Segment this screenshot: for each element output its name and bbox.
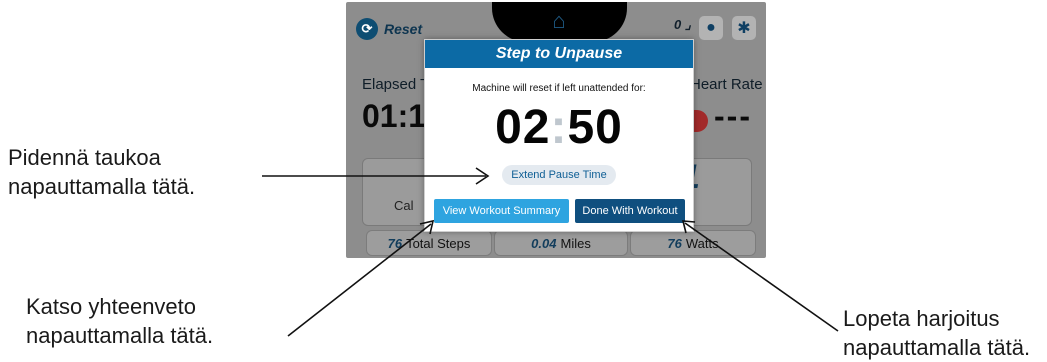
miles-label: Miles [560,235,591,251]
gear-icon: ✱ [737,20,751,37]
heart-icon [694,110,708,132]
top-bar: ⟳ Reset ⌂ 0 ⌟ ● ✱ [346,2,766,42]
countdown-timer: 02:50 [425,100,693,155]
countdown-seconds: 50 [567,101,623,154]
countdown-separator: : [550,101,568,154]
dialog-title: Step to Unpause [425,40,693,68]
steps-count-value: 0 [674,17,682,32]
elapsed-time-label: Elapsed Ti [362,76,433,93]
annotation-line: napauttamalla tätä. [8,174,196,199]
heart-rate-value: --- [714,98,752,134]
done-with-workout-button[interactable]: Done With Workout [575,199,685,223]
annotation-view-summary: Katso yhteenveto napauttamalla tätä. [26,292,213,350]
watts-pill: 76 Watts [630,230,756,256]
elapsed-time-value: 01:1 [362,98,427,134]
annotation-line: Pidennä taukoa [8,145,161,170]
annotation-line: Katso yhteenveto [26,294,197,319]
settings-button[interactable]: ✱ [732,16,756,40]
total-steps-pill: 76 Total Steps [366,230,492,256]
calories-label: Cal [394,198,414,213]
watts-value: 76 [667,235,682,251]
steps-counter: 0 ⌟ [674,17,691,33]
dialog-subtitle: Machine will reset if left unattended fo… [472,83,646,94]
watts-label: Watts [685,235,719,251]
annotation-line: napauttamalla tätä. [843,335,1031,360]
countdown-minutes: 02 [495,101,551,154]
extend-pause-button[interactable]: Extend Pause Time [502,165,616,185]
total-steps-value: 76 [387,235,403,251]
reset-label: Reset [384,21,423,37]
view-workout-summary-button[interactable]: View Workout Summary [434,199,569,223]
reset-icon: ⟳ [356,18,378,40]
pause-dialog: Step to Unpause Machine will reset if le… [424,39,694,232]
user-button[interactable]: ● [699,16,723,40]
annotation-extend-pause: Pidennä taukoa napauttamalla tätä. [8,143,195,201]
annotation-line: napauttamalla tätä. [26,323,214,348]
reset-button[interactable]: ⟳ Reset [356,18,422,40]
heart-rate-label: Heart Rate [690,76,763,93]
miles-pill: 0.04 Miles [494,230,628,256]
home-tab[interactable]: ⌂ [492,2,627,42]
total-steps-label: Total Steps [406,235,471,251]
user-icon: ● [706,19,716,36]
miles-value: 0.04 [531,235,557,251]
stairs-icon: ⌟ [684,17,691,32]
annotation-done-workout: Lopeta harjoitus napauttamalla tätä. [843,304,1030,362]
home-icon: ⌂ [552,8,566,33]
annotation-line: Lopeta harjoitus [843,306,1000,331]
